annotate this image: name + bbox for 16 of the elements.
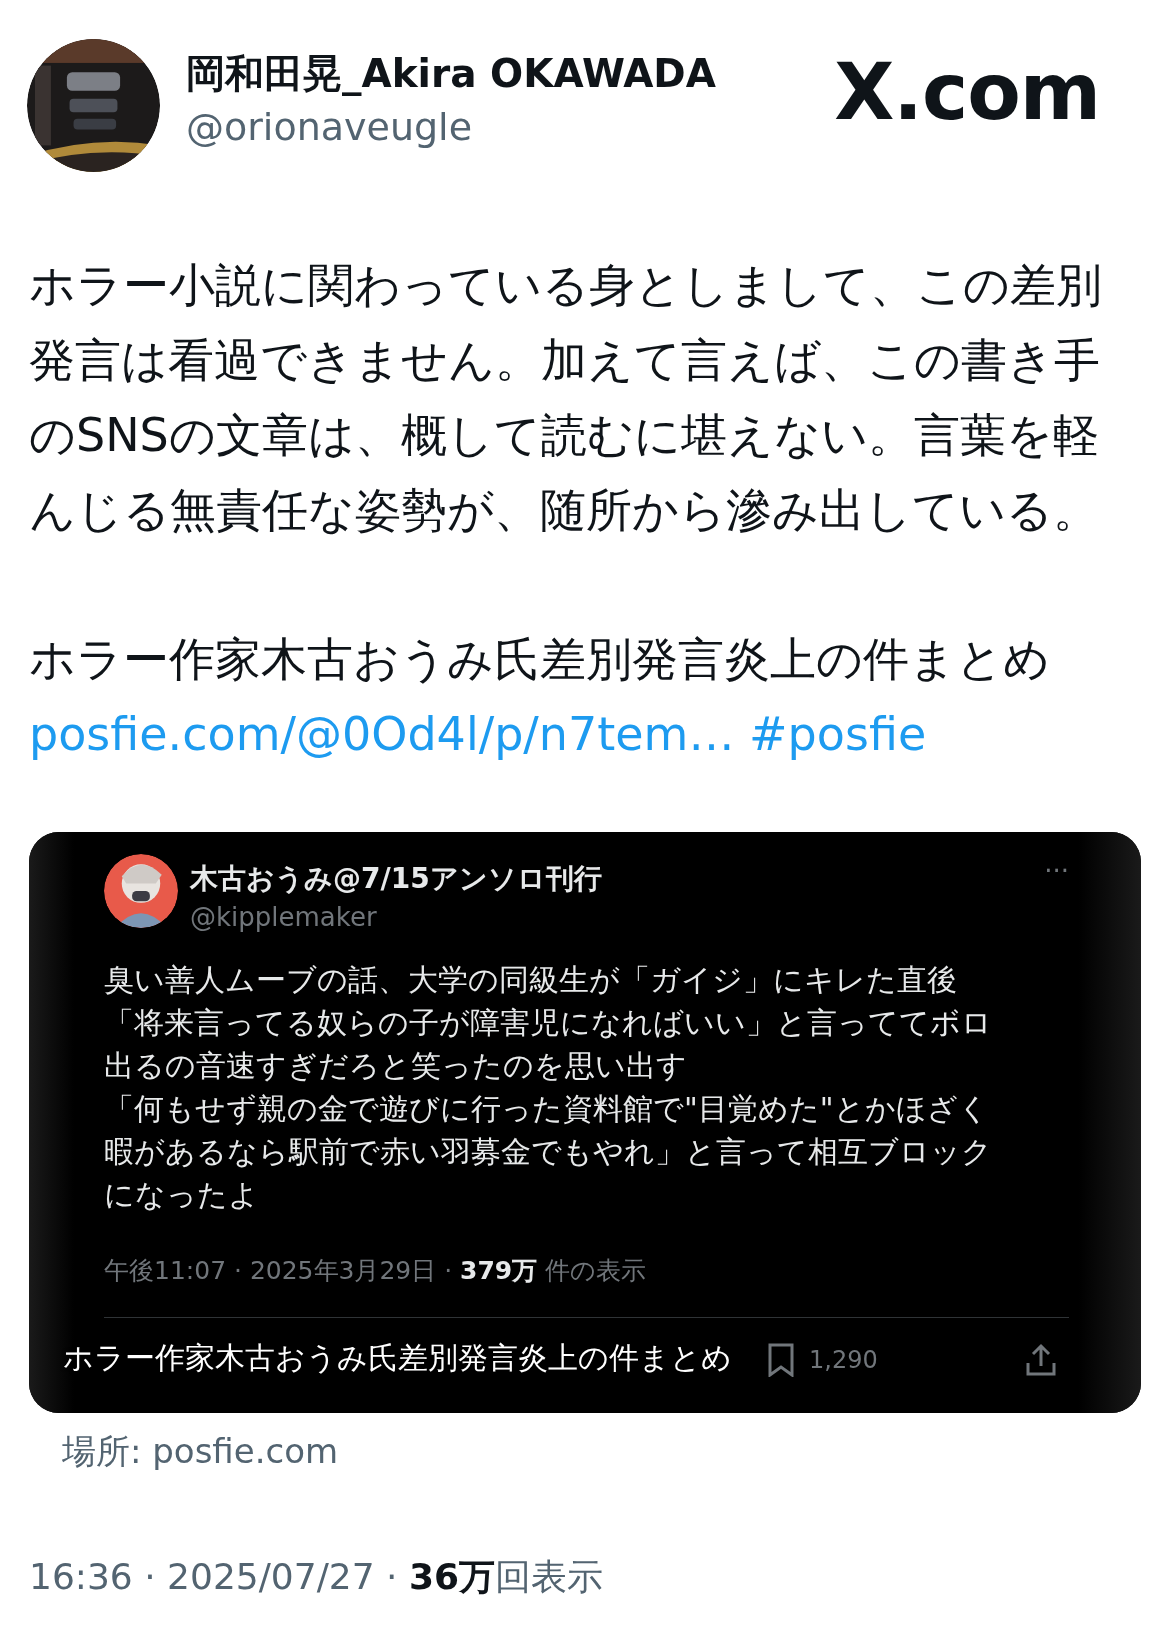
embedded-post-meta: 午後11:07 · 2025年3月29日 · 379万 件の表示 xyxy=(104,1255,648,1287)
bookmark-icon xyxy=(767,1343,795,1377)
card-title: ホラー作家木古おうみ氏差別発言炎上の件まとめ xyxy=(63,1339,732,1377)
post-meta: 16:36 · 2025/07/27 · 36万回表示 xyxy=(29,1555,604,1599)
author-handle[interactable]: @orionaveugle xyxy=(186,105,716,149)
embedded-post-text: 臭い善人ムーブの話、大学の同級生が「ガイジ」にキレた直後 「将来言ってる奴らの子が障害児になればいい」と言っててボロ 出るの音速すぎだろと笑ったのを思い出す 「何もせず親の金で遊びに行った資料館で"目覚めた"とかほざく 暇があるなら駅前で赤い羽募金でもやれ」と言って相互ブロック になったよ xyxy=(104,961,993,1214)
bookmark-count: 1,290 xyxy=(809,1346,878,1374)
embedded-author-handle: @kipplemaker xyxy=(190,902,378,932)
post-text: ホラー小説に関わっている身としまして、この差別 発言は看過できません。加えて言えば、この書き手 のSNSの文章は、概して読むに堪えない。言葉を軽 んじる無責任な姿勢が、随所から滲み出している。 xyxy=(29,257,1103,539)
author-name[interactable]: 岡和田晃_Akira OKAWADA xyxy=(186,47,716,101)
card-source[interactable]: 場所: posfie.com xyxy=(62,1429,1170,1475)
more-icon: ··· xyxy=(1044,856,1069,886)
embedded-author-name: 木古おうみ@7/15アンソロ刊行 xyxy=(190,861,602,897)
site-logo: X.com xyxy=(834,47,1100,137)
link-title: ホラー作家木古おうみ氏差別発言炎上の件まとめ xyxy=(29,631,1051,688)
share-icon xyxy=(1025,1343,1057,1377)
